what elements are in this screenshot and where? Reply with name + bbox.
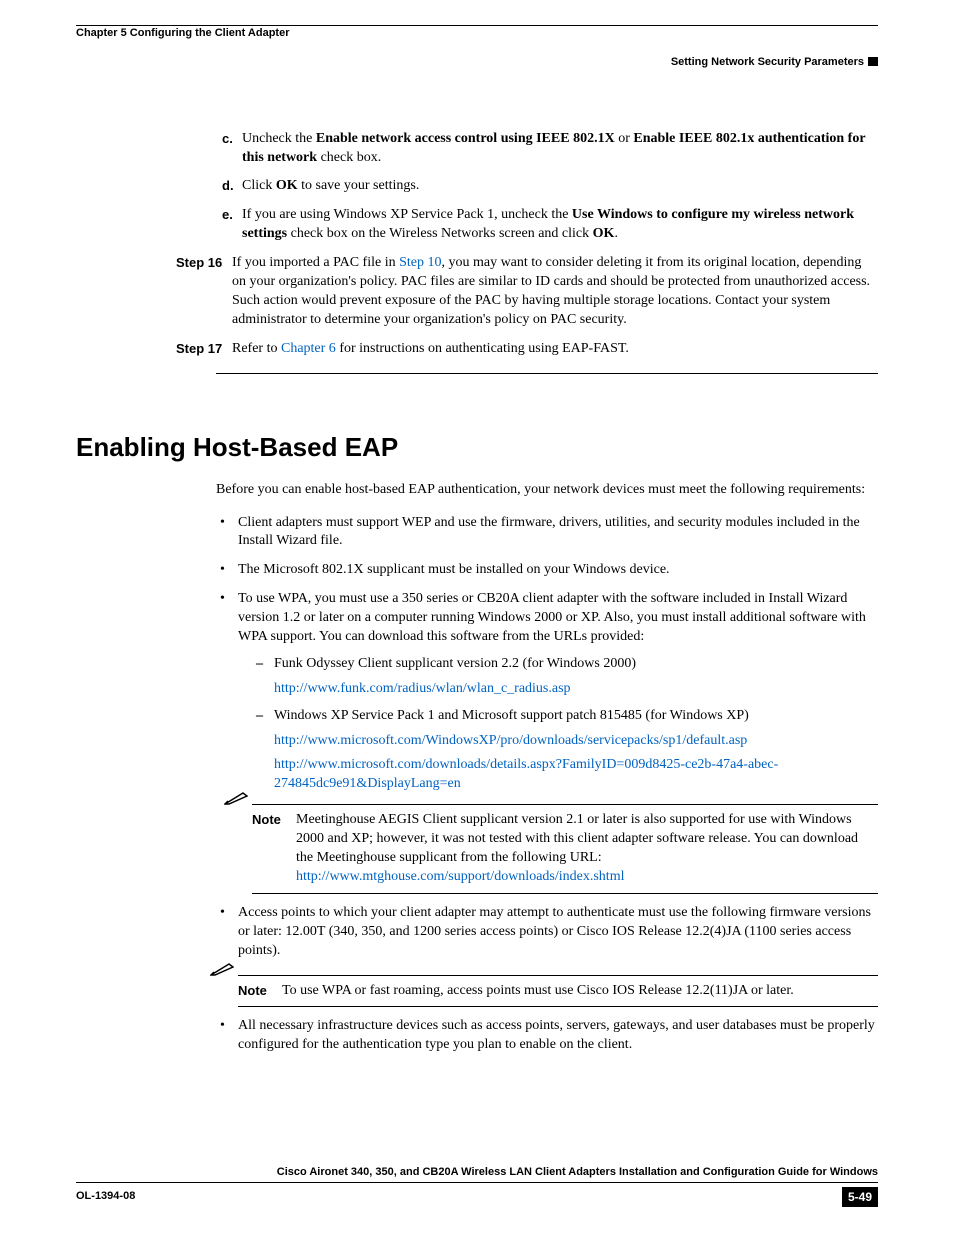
step-16-label: Step 16 [176, 254, 232, 330]
sub-list: Funk Odyssey Client supplicant version 2… [256, 655, 878, 794]
list-item: Client adapters must support WEP and use… [238, 514, 878, 552]
note-meetinghouse: Note Meetinghouse AEGIS Client supplican… [252, 804, 878, 894]
link-ms-sp1[interactable]: http://www.microsoft.com/WindowsXP/pro/d… [274, 732, 878, 751]
page-number-badge: 5-49 [842, 1187, 878, 1207]
section-intro: Before you can enable host-based EAP aut… [216, 481, 878, 500]
substep-e-label: e. [222, 206, 242, 244]
footer-title: Cisco Aironet 340, 350, and CB20A Wirele… [76, 1165, 878, 1183]
requirements-list: Client adapters must support WEP and use… [216, 514, 878, 1056]
note-label: Note [252, 811, 296, 887]
link-mtghouse[interactable]: http://www.mtghouse.com/support/download… [296, 869, 624, 884]
list-item: The Microsoft 802.1X supplicant must be … [238, 561, 878, 580]
divider [216, 373, 878, 374]
pencil-icon [224, 791, 248, 805]
list-item: Access points to which your client adapt… [238, 904, 878, 1008]
list-item: Funk Odyssey Client supplicant version 2… [274, 655, 878, 699]
doc-number: OL-1394-08 [76, 1189, 135, 1204]
pencil-icon [210, 962, 234, 976]
header-marker-icon [868, 57, 878, 66]
section-heading: Enabling Host-Based EAP [76, 430, 878, 465]
list-item: Windows XP Service Pack 1 and Microsoft … [274, 707, 878, 795]
section-label: Setting Network Security Parameters [671, 55, 878, 70]
substep-d-label: d. [222, 177, 242, 196]
step-17: Step 17 Refer to Chapter 6 for instructi… [176, 340, 878, 359]
link-step10[interactable]: Step 10 [399, 255, 441, 270]
link-ms-download[interactable]: http://www.microsoft.com/downloads/detai… [274, 756, 878, 794]
list-item: All necessary infrastructure devices suc… [238, 1017, 878, 1055]
note-wpa: Note To use WPA or fast roaming, access … [238, 975, 878, 1008]
link-funk[interactable]: http://www.funk.com/radius/wlan/wlan_c_r… [274, 680, 878, 699]
chapter-label: Chapter 5 Configuring the Client Adapter [76, 26, 290, 41]
substep-c: c. Uncheck the Enable network access con… [222, 130, 878, 168]
substep-e: e. If you are using Windows XP Service P… [222, 206, 878, 244]
substep-d: d. Click OK to save your settings. [222, 177, 878, 196]
running-header: Chapter 5 Configuring the Client Adapter… [76, 25, 878, 70]
page-footer: Cisco Aironet 340, 350, and CB20A Wirele… [76, 1165, 878, 1207]
step-16: Step 16 If you imported a PAC file in St… [176, 254, 878, 330]
list-item: To use WPA, you must use a 350 series or… [238, 590, 878, 894]
substep-c-label: c. [222, 130, 242, 168]
step-17-label: Step 17 [176, 340, 232, 359]
link-chapter6[interactable]: Chapter 6 [281, 341, 336, 356]
note-label: Note [238, 982, 282, 1001]
